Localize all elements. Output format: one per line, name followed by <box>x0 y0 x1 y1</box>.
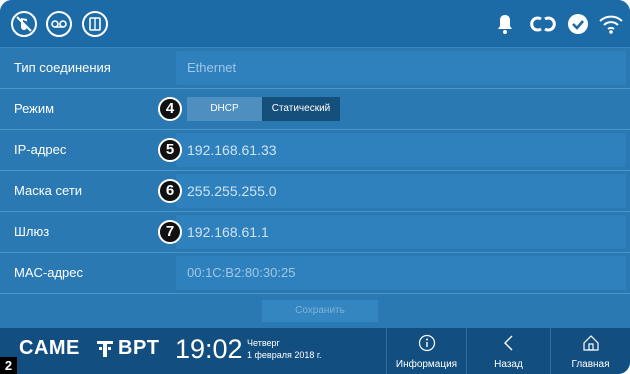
wifi-icon <box>597 10 625 38</box>
connection-type-label: Тип соединения <box>14 60 111 75</box>
back-chevron-icon <box>500 334 518 352</box>
callout-badge-5: 5 <box>158 138 182 162</box>
gateway-value: 192.168.61.1 <box>187 224 269 240</box>
callout-badge-6: 6 <box>158 179 182 203</box>
ip-address-row: IP-адрес 5 192.168.61.33 <box>0 130 630 171</box>
bottom-bar: CAME BPT 19:02 Четверг 1 февраля 2018 г.… <box>0 328 630 374</box>
home-button[interactable]: Главная <box>550 328 630 374</box>
mac-address-row: MAC-адрес 00:1C:B2:80:30:25 <box>0 253 630 294</box>
save-row: Сохранить <box>0 294 630 327</box>
info-button[interactable]: Информация <box>386 328 466 374</box>
page-number: 2 <box>0 357 17 374</box>
home-label: Главная <box>571 359 610 370</box>
clock-day: Четверг <box>247 338 280 348</box>
back-button[interactable]: Назад <box>466 328 550 374</box>
bell-icon <box>496 10 514 38</box>
network-settings-form: Тип соединения Ethernet Режим 4 DHCP Ста… <box>0 48 630 294</box>
subnet-mask-label: Маска сети <box>14 183 83 198</box>
intercom-screen: Тип соединения Ethernet Режим 4 DHCP Ста… <box>0 0 630 374</box>
info-label: Информация <box>395 359 458 370</box>
mac-address-value: 00:1C:B2:80:30:25 <box>187 265 296 280</box>
connection-type-field[interactable] <box>176 51 626 85</box>
home-icon <box>582 334 600 352</box>
mode-label: Режим <box>14 101 55 116</box>
voicemail-icon[interactable] <box>45 10 73 38</box>
info-icon <box>418 334 436 352</box>
clock-date: 1 февраля 2018 г. <box>247 350 322 360</box>
brand-bpt-logo: BPT <box>118 337 160 359</box>
mode-dhcp-button[interactable]: DHCP <box>187 97 262 121</box>
back-label: Назад <box>494 359 523 370</box>
connection-type-row: Тип соединения Ethernet <box>0 48 630 89</box>
brand-came-logo: CAME <box>19 337 80 359</box>
phonebook-icon[interactable] <box>81 10 109 38</box>
brand-mark-icon <box>97 339 113 357</box>
save-button[interactable]: Сохранить <box>262 300 378 322</box>
mac-address-label: MAC-адрес <box>14 265 83 280</box>
mute-icon[interactable] <box>10 10 38 38</box>
ip-address-label: IP-адрес <box>14 142 67 157</box>
check-circle-icon <box>564 10 592 38</box>
connection-type-value: Ethernet <box>187 60 237 75</box>
callout-badge-7: 7 <box>158 220 182 244</box>
mode-static-button[interactable]: Статический <box>262 97 340 121</box>
gateway-row: Шлюз 7 192.168.61.1 <box>0 212 630 253</box>
mode-row: Режим 4 DHCP Статический <box>0 89 630 130</box>
subnet-mask-value: 255.255.255.0 <box>187 183 277 199</box>
gateway-label: Шлюз <box>14 224 50 239</box>
status-bar <box>0 0 630 48</box>
subnet-mask-row: Маска сети 6 255.255.255.0 <box>0 171 630 212</box>
link-icon <box>529 10 557 38</box>
callout-badge-4: 4 <box>158 97 182 121</box>
ip-address-value: 192.168.61.33 <box>187 142 277 158</box>
clock-time: 19:02 <box>175 334 243 364</box>
